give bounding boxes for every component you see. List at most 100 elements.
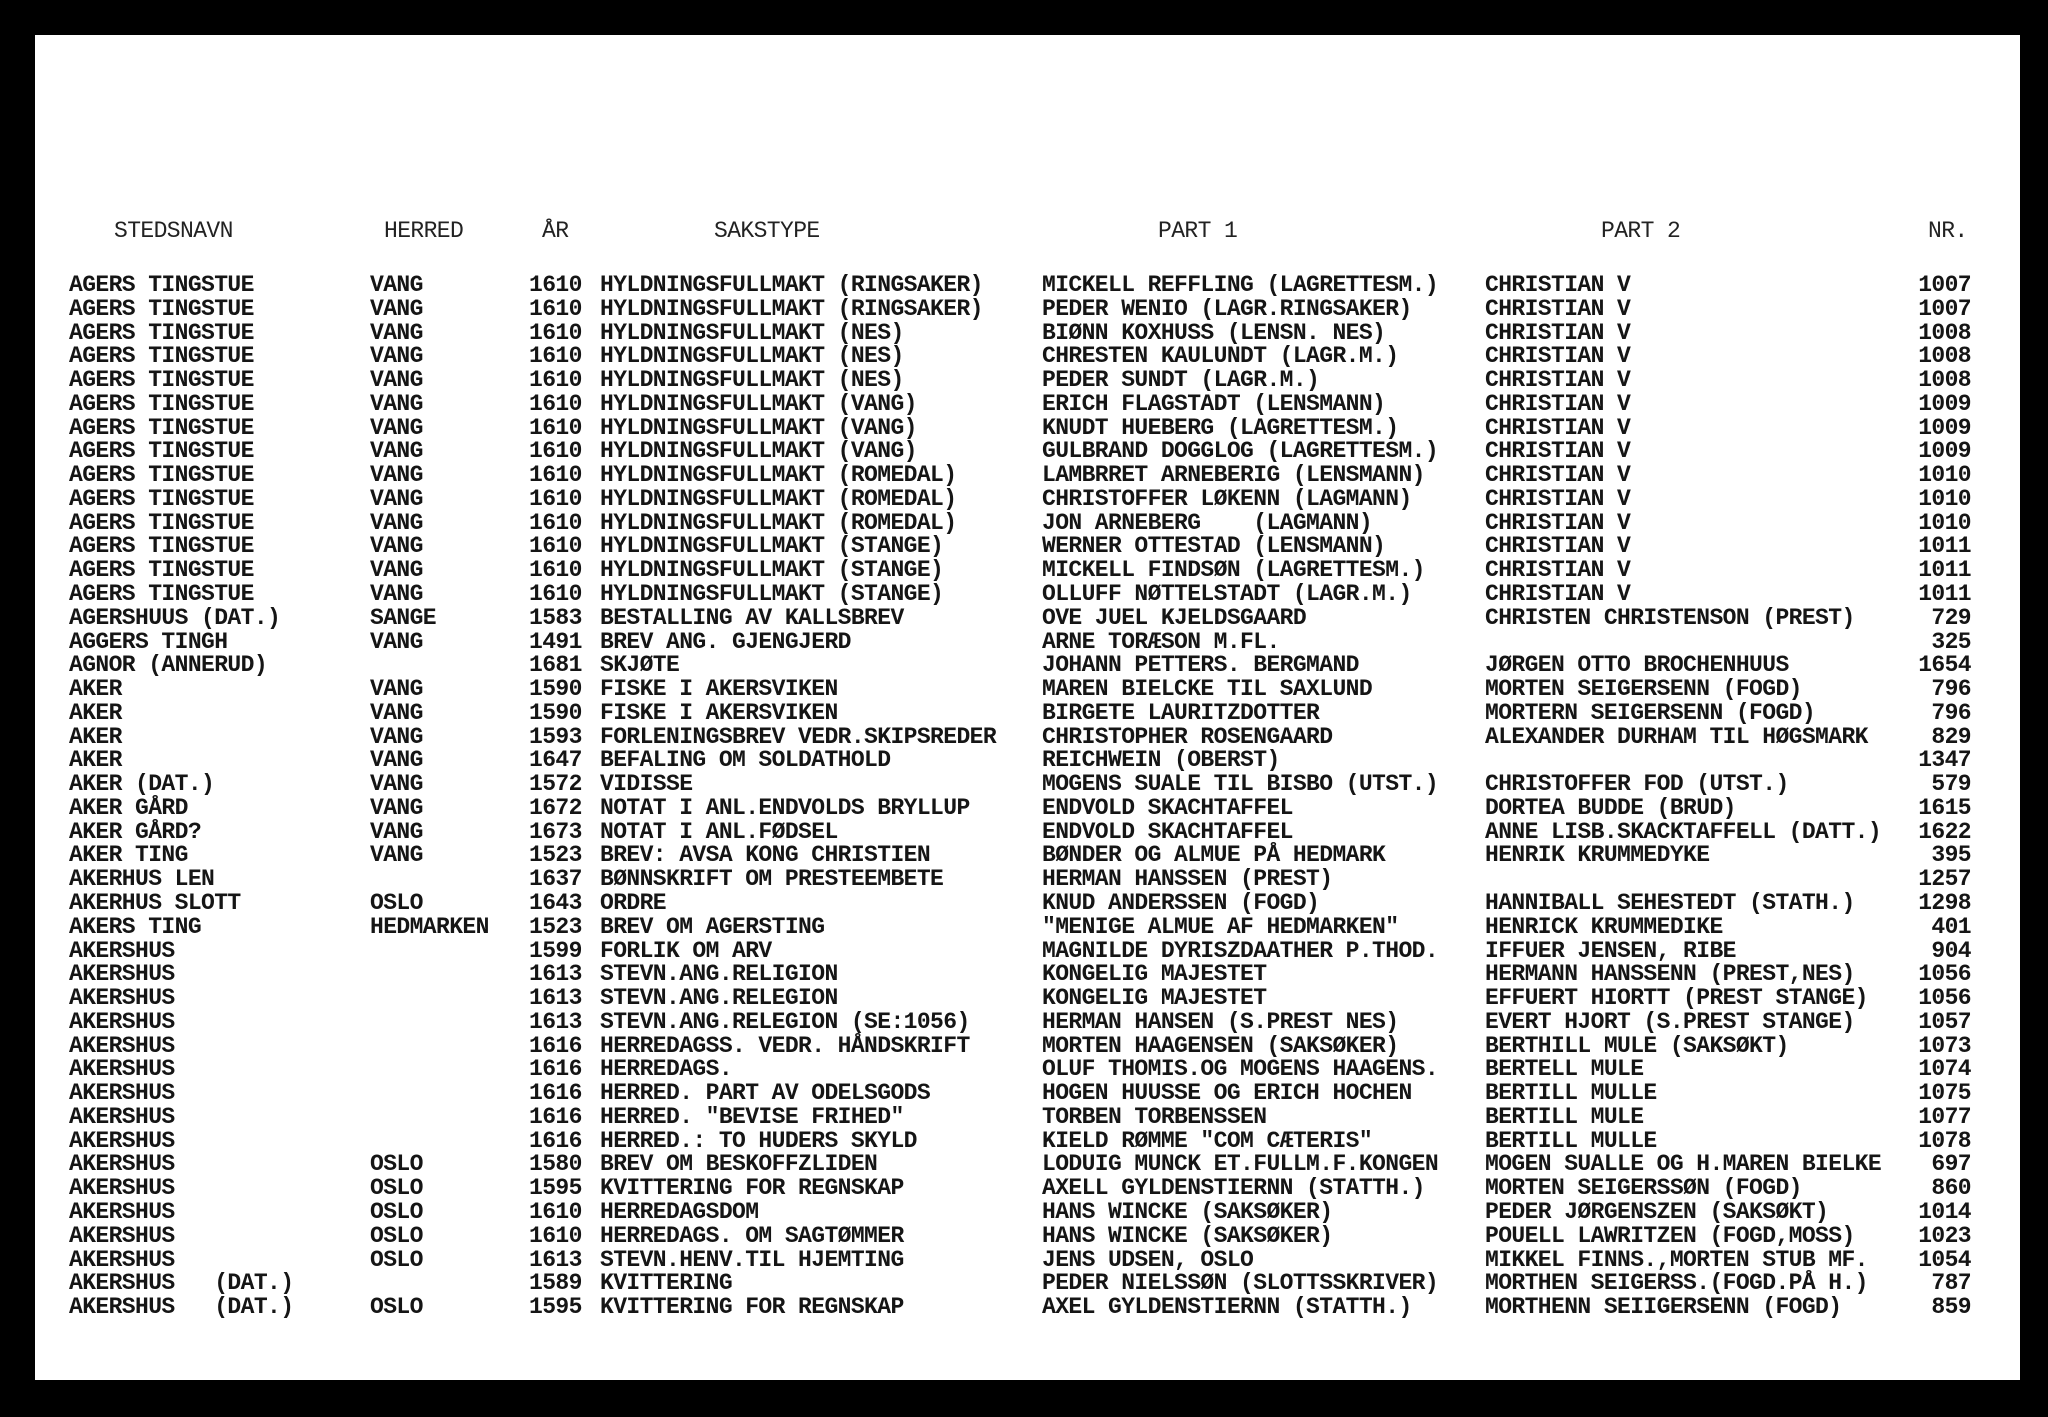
cell-part1: PEDER WENIO (LAGR.RINGSAKER) xyxy=(1042,295,1412,322)
cell-part1: REICHWEIN (OBERST) xyxy=(1042,747,1280,774)
cell-part1: HERMAN HANSSEN (PREST) xyxy=(1042,866,1333,893)
table-row: AKERSHUS OSLO 1595 KVITTERING FOR REGNSKAP A… xyxy=(35,1176,2020,1200)
cell-aar: 1672 xyxy=(529,794,582,821)
cell-aar: 1673 xyxy=(529,818,582,845)
cell-sakstype: NOTAT I ANL.ENDVOLDS BRYLLUP xyxy=(600,794,970,821)
cell-part2: EFFUERT HIORTT (PREST STANGE) xyxy=(1485,985,1868,1012)
cell-part1: JON ARNEBERG (LAGMANN) xyxy=(1042,509,1373,536)
cell-part2: CHRISTIAN V xyxy=(1485,343,1631,370)
cell-aar: 1593 xyxy=(529,723,582,750)
table-row: AKERSHUS 1613 STEVN.ANG.RELIGION KONGELIG M… xyxy=(35,962,2020,986)
cell-part1: JOHANN PETTERS. BERGMAND xyxy=(1042,652,1359,679)
cell-part1: KNUD ANDERSSEN (FOGD) xyxy=(1042,890,1320,917)
cell-nr: 401 xyxy=(1931,913,1971,940)
cell-sakstype: HYLDNINGSFULLMAKT (NES) xyxy=(600,343,904,370)
cell-stedsnavn: AGERS TINGSTUE xyxy=(69,272,254,298)
cell-aar: 1610 xyxy=(529,438,582,465)
table-row: AKER TING VANG 1523 BREV: AVSA KONG CHRISTI… xyxy=(35,843,2020,867)
cell-herred: VANG xyxy=(370,414,423,441)
table-row: AGNOR (ANNERUD) 1681 SKJØTE JOHANN PETTERS.… xyxy=(35,653,2020,677)
cell-herred: OSLO xyxy=(370,1246,423,1273)
cell-sakstype: FORLENINGSBREV VEDR.SKIPSREDER xyxy=(600,723,997,750)
cell-part2: MORTEN SEIGERSENN (FOGD) xyxy=(1485,676,1802,703)
cell-sakstype: HERREDAGS. xyxy=(600,1056,733,1083)
cell-aar: 1610 xyxy=(529,367,582,394)
cell-aar: 1616 xyxy=(529,1080,582,1107)
cell-part2: EVERT HJORT (S.PREST STANGE) xyxy=(1485,1008,1855,1035)
cell-part1: LODUIG MUNCK ET.FULLM.F.KONGEN xyxy=(1042,1151,1439,1178)
header-aar: ÅR xyxy=(542,218,569,244)
cell-sakstype: HYLDNINGSFULLMAKT (NES) xyxy=(600,367,904,394)
cell-aar: 1590 xyxy=(529,699,582,726)
cell-part1: WERNER OTTESTAD (LENSMANN) xyxy=(1042,533,1386,560)
cell-part2: CHRISTIAN V xyxy=(1485,533,1631,560)
cell-stedsnavn: AKERSHUS xyxy=(69,1222,175,1249)
cell-stedsnavn: AGERS TINGSTUE xyxy=(69,414,254,441)
cell-sakstype: HERRED. "BEVISE FRIHED" xyxy=(600,1103,904,1130)
cell-part2: CHRISTEN CHRISTENSON (PREST) xyxy=(1485,604,1855,631)
table-row: AGERS TINGSTUE VANG 1610 HYLDNINGSFULLMAKT … xyxy=(35,463,2020,487)
table-row: AGERS TINGSTUE VANG 1610 HYLDNINGSFULLMAKT … xyxy=(35,321,2020,345)
cell-stedsnavn: AKERSHUS xyxy=(69,1199,175,1226)
cell-stedsnavn: AKERSHUS (DAT.) xyxy=(69,1270,294,1297)
cell-part2: CHRISTIAN V xyxy=(1485,319,1631,346)
cell-stedsnavn: AKER TING xyxy=(69,842,188,869)
cell-part2: BERTILL MULLE xyxy=(1485,1127,1657,1154)
cell-stedsnavn: AKER xyxy=(69,747,122,774)
cell-part2: PEDER JØRGENSZEN (SAKSØKT) xyxy=(1485,1199,1829,1226)
table-row: AKERSHUS 1616 HERREDAGS. OLUF THOMIS.OG MOG… xyxy=(35,1057,2020,1081)
cell-herred: OSLO xyxy=(370,1151,423,1178)
table-row: AKERSHUS OSLO 1580 BREV OM BESKOFFZLIDEN LOD… xyxy=(35,1152,2020,1176)
cell-stedsnavn: AKER xyxy=(69,723,122,750)
cell-stedsnavn: AGERS TINGSTUE xyxy=(69,485,254,512)
cell-sakstype: KVITTERING FOR REGNSKAP xyxy=(600,1294,904,1321)
cell-aar: 1589 xyxy=(529,1270,582,1297)
table-row: AKERSHUS OSLO 1610 HERREDAGS. OM SAGTØMMER H… xyxy=(35,1224,2020,1248)
cell-stedsnavn: AKERHUS SLOTT xyxy=(69,890,241,917)
cell-part2: HENRICK KRUMMEDIKE xyxy=(1485,913,1723,940)
table-row: AKER GÅRD? VANG 1673 NOTAT I ANL.FØDSEL ENDV… xyxy=(35,820,2020,844)
cell-sakstype: BESTALLING AV KALLSBREV xyxy=(600,604,904,631)
cell-nr: 1298 xyxy=(1918,890,1971,917)
cell-nr: 1654 xyxy=(1918,652,1971,679)
cell-stedsnavn: AGNOR (ANNERUD) xyxy=(69,652,268,679)
cell-stedsnavn: AGERS TINGSTUE xyxy=(69,390,254,417)
cell-part1: HANS WINCKE (SAKSØKER) xyxy=(1042,1222,1333,1249)
cell-aar: 1681 xyxy=(529,652,582,679)
cell-sakstype: HERREDAGSDOM xyxy=(600,1199,759,1226)
document-page: STEDSNAVN HERRED ÅR SAKSTYPE PART 1 PART… xyxy=(35,35,2020,1380)
cell-part1: MICKELL REFFLING (LAGRETTESM.) xyxy=(1042,272,1439,298)
cell-aar: 1647 xyxy=(529,747,582,774)
cell-herred: VANG xyxy=(370,628,423,655)
table-row: AKER VANG 1647 BEFALING OM SOLDATHOLD REICHW… xyxy=(35,748,2020,772)
cell-part2: POUELL LAWRITZEN (FOGD,MOSS) xyxy=(1485,1222,1855,1249)
cell-part2: HERMANN HANSSENN (PREST,NES) xyxy=(1485,961,1855,988)
cell-herred: VANG xyxy=(370,509,423,536)
cell-nr: 1054 xyxy=(1918,1246,1971,1273)
cell-nr: 1056 xyxy=(1918,961,1971,988)
cell-sakstype: HYLDNINGSFULLMAKT (RINGSAKER) xyxy=(600,295,983,322)
cell-part1: PEDER SUNDT (LAGR.M.) xyxy=(1042,367,1320,394)
cell-part2: CHRISTIAN V xyxy=(1485,462,1631,489)
cell-nr: 829 xyxy=(1931,723,1971,750)
cell-part2: CHRISTIAN V xyxy=(1485,509,1631,536)
cell-part1: HANS WINCKE (SAKSØKER) xyxy=(1042,1199,1333,1226)
cell-part1: ERICH FLAGSTADT (LENSMANN) xyxy=(1042,390,1386,417)
cell-aar: 1610 xyxy=(529,557,582,584)
cell-stedsnavn: AGERS TINGSTUE xyxy=(69,581,254,607)
cell-sakstype: HYLDNINGSFULLMAKT (NES) xyxy=(600,319,904,346)
table-row: AKERSHUS 1616 HERRED. PART AV ODELSGODS HOG… xyxy=(35,1081,2020,1105)
cell-stedsnavn: AKER xyxy=(69,699,122,726)
cell-nr: 1074 xyxy=(1918,1056,1971,1083)
cell-part2: CHRISTIAN V xyxy=(1485,295,1631,322)
cell-herred: VANG xyxy=(370,699,423,726)
cell-nr: 1073 xyxy=(1918,1032,1971,1059)
cell-aar: 1610 xyxy=(529,581,582,607)
cell-nr: 1014 xyxy=(1918,1199,1971,1226)
cell-part2: CHRISTIAN V xyxy=(1485,581,1631,607)
table-row: AKER GÅRD VANG 1672 NOTAT I ANL.ENDVOLDS BR… xyxy=(35,796,2020,820)
cell-nr: 1007 xyxy=(1918,272,1971,298)
cell-stedsnavn: AKER GÅRD xyxy=(69,794,188,821)
cell-part1: CHRISTOPHER ROSENGAARD xyxy=(1042,723,1333,750)
cell-part1: ARNE TORÆSON M.FL. xyxy=(1042,628,1280,655)
